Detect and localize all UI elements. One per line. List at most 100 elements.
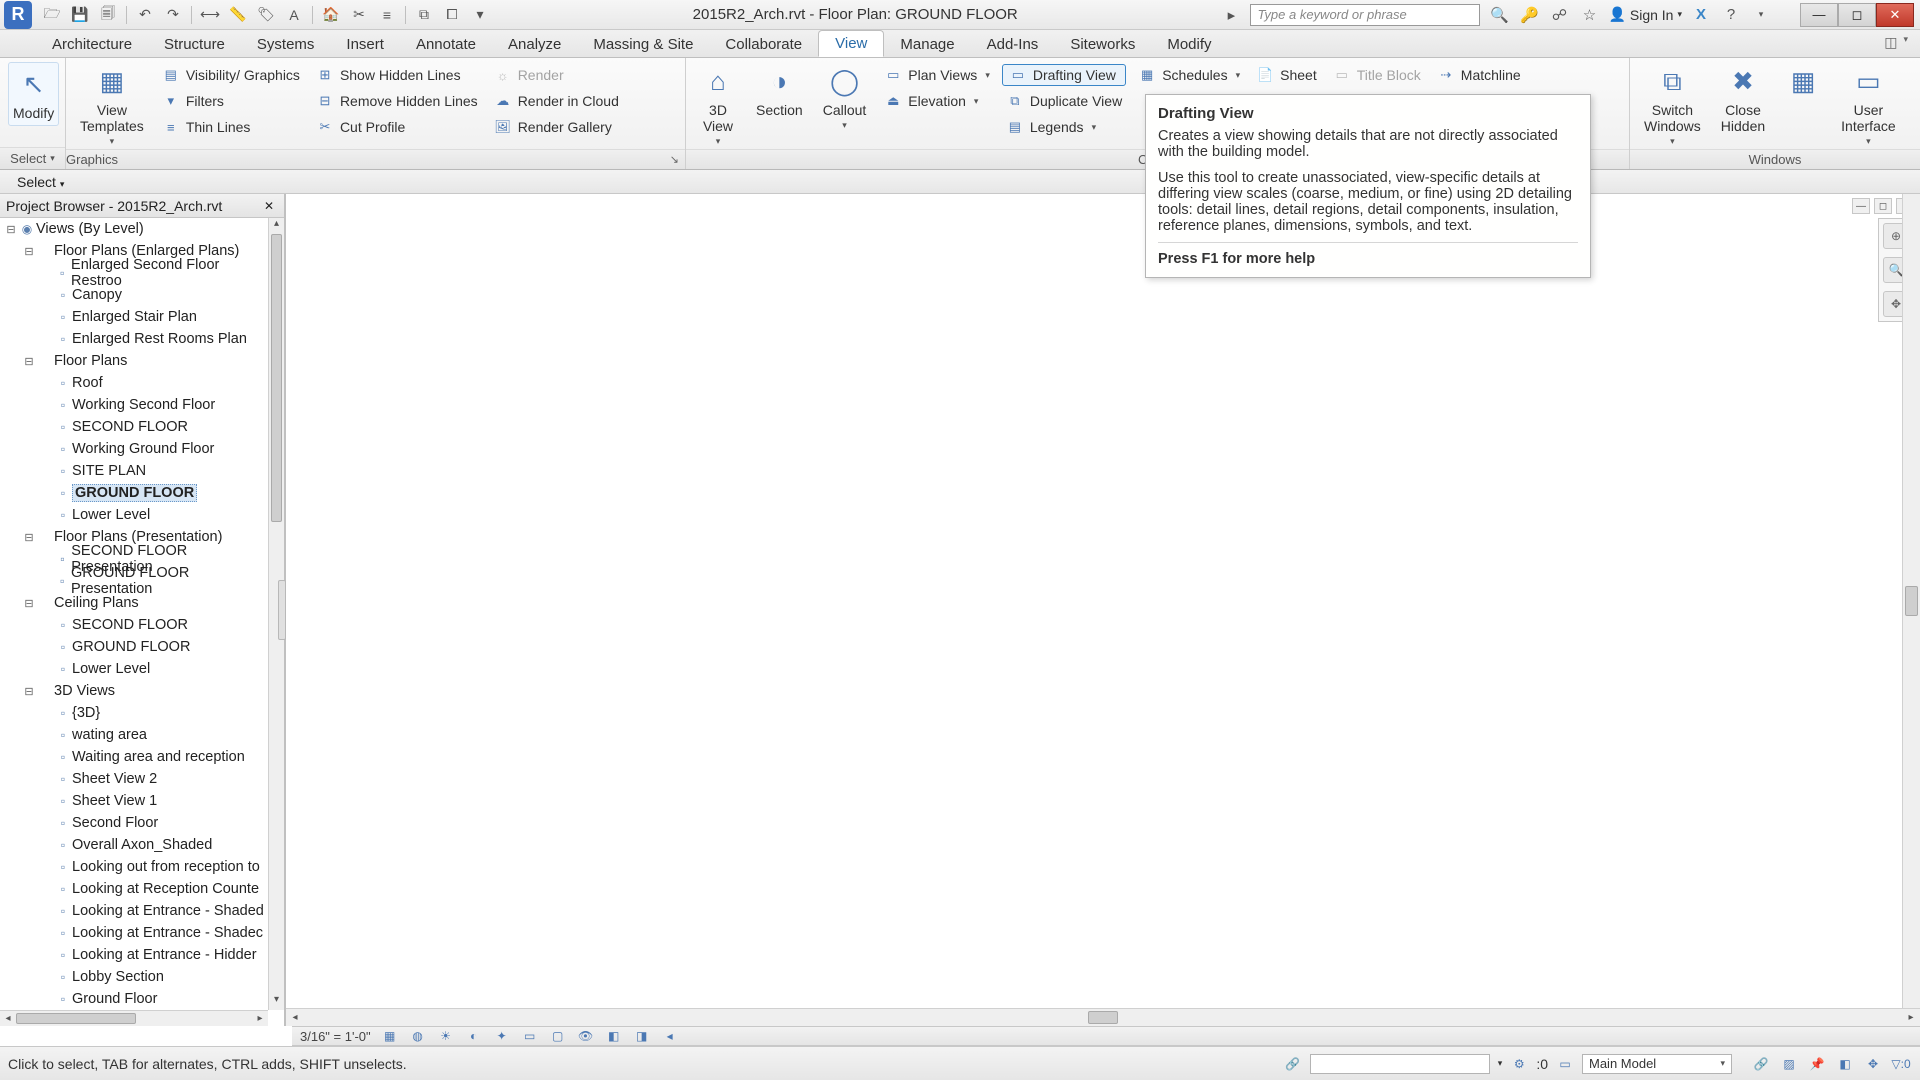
tree-node[interactable]: ⊟Floor Plans xyxy=(0,350,268,372)
show-hidden-lines-button[interactable]: ⊞Show Hidden Lines xyxy=(312,64,482,86)
tree-node[interactable]: ▫Overall Axon_Shaded xyxy=(0,834,268,856)
close-button[interactable]: ✕ xyxy=(1876,3,1914,27)
drafting-view-button[interactable]: ▭Drafting View xyxy=(1002,64,1126,86)
view-hthumb[interactable] xyxy=(1088,1011,1118,1024)
crop-icon[interactable]: ▭ xyxy=(521,1028,539,1044)
cut-profile-button[interactable]: ✂Cut Profile xyxy=(312,116,482,138)
filter-icon[interactable]: ▽:0 xyxy=(1890,1055,1912,1073)
tree-node[interactable]: ▫SECOND FLOOR xyxy=(0,416,268,438)
hscroll-thumb[interactable] xyxy=(16,1013,136,1024)
tree-node[interactable]: ⊟◉Views (By Level) xyxy=(0,218,268,240)
tag-icon[interactable]: 🏷 xyxy=(256,5,276,25)
open-icon[interactable]: 🗁 xyxy=(42,5,62,25)
sunpath-icon[interactable]: ☀ xyxy=(437,1028,455,1044)
tree-node[interactable]: ▫Enlarged Second Floor Restroo xyxy=(0,262,268,284)
tree-node[interactable]: ▫Ground Floor xyxy=(0,988,268,1010)
tree-node[interactable]: ▫Lower Level xyxy=(0,504,268,526)
unhide-icon[interactable]: 👁 xyxy=(577,1028,595,1044)
tree-node[interactable]: ▫GROUND FLOOR xyxy=(0,482,268,504)
tree-node[interactable]: ▫GROUND FLOOR xyxy=(0,636,268,658)
elevation-button[interactable]: ⏏Elevation▾ xyxy=(880,90,994,112)
workset-field[interactable] xyxy=(1310,1054,1490,1074)
thinlines-icon[interactable]: ≡ xyxy=(377,5,397,25)
editable-icon[interactable]: ⚙ xyxy=(1510,1055,1528,1073)
tree-node[interactable]: ▫Looking at Entrance - Hidder xyxy=(0,944,268,966)
signin-button[interactable]: 👤Sign In▾ xyxy=(1608,6,1682,23)
crop-region-icon[interactable]: ▢ xyxy=(549,1028,567,1044)
maximize-button[interactable]: ◻ xyxy=(1838,3,1876,27)
view-canvas[interactable]: — ◻ ✕ ⊕ 🔍 ✥ ◂ ▸ xyxy=(286,194,1920,1026)
section-icon[interactable]: ✂ xyxy=(349,5,369,25)
tree-node[interactable]: ▫Lower Level xyxy=(0,658,268,680)
tab-architecture[interactable]: Architecture xyxy=(36,32,148,57)
design-option-dropdown[interactable]: Main Model xyxy=(1582,1054,1732,1074)
switchwin-icon[interactable]: ⧠ xyxy=(442,5,462,25)
tree-node[interactable]: ▫GROUND FLOOR Presentation xyxy=(0,570,268,592)
switch-windows-button[interactable]: ⧉Switch Windows xyxy=(1638,62,1707,149)
exchange-icon[interactable]: X xyxy=(1690,4,1712,26)
tree-node[interactable]: ▫Enlarged Rest Rooms Plan xyxy=(0,328,268,350)
text-icon[interactable]: A xyxy=(284,5,304,25)
more-icon[interactable]: ◂ xyxy=(661,1028,679,1044)
search-icon[interactable]: 🔍 xyxy=(1488,4,1510,26)
filters-button[interactable]: ▾Filters xyxy=(158,90,304,112)
tab-annotate[interactable]: Annotate xyxy=(400,32,492,57)
help-dropdown-icon[interactable]: ▾ xyxy=(1750,4,1772,26)
tab-collaborate[interactable]: Collaborate xyxy=(709,32,818,57)
dim-icon[interactable]: ⟷ xyxy=(200,5,220,25)
tree-node[interactable]: ▫Looking at Entrance - Shadec xyxy=(0,922,268,944)
legends-button[interactable]: ▤Legends▾ xyxy=(1002,116,1126,138)
browser-close-icon[interactable]: ✕ xyxy=(260,198,278,214)
tab-structure[interactable]: Structure xyxy=(148,32,241,57)
tree-node[interactable]: ▫Second Floor xyxy=(0,812,268,834)
undo-icon[interactable]: ↶ xyxy=(135,5,155,25)
tab-insert[interactable]: Insert xyxy=(330,32,400,57)
scroll-left-icon[interactable]: ◂ xyxy=(0,1011,16,1026)
temphide-icon[interactable]: ◧ xyxy=(605,1028,623,1044)
scroll-down-icon[interactable]: ▾ xyxy=(269,994,284,1010)
sel-pin-icon[interactable]: 📌 xyxy=(1806,1055,1828,1073)
app-icon[interactable]: R xyxy=(4,1,32,29)
tree-node[interactable]: ▫Lobby Section xyxy=(0,966,268,988)
minimize-button[interactable]: — xyxy=(1800,3,1838,27)
tree-node[interactable]: ▫Looking at Reception Counte xyxy=(0,878,268,900)
tree-node[interactable]: ▫Waiting area and reception xyxy=(0,746,268,768)
star-icon[interactable]: ☆ xyxy=(1578,4,1600,26)
tree-node[interactable]: ▫Sheet View 1 xyxy=(0,790,268,812)
view-hscroll[interactable]: ◂ ▸ xyxy=(286,1008,1920,1026)
3d-view-button[interactable]: ⌂3D View xyxy=(694,62,742,149)
reveal-icon[interactable]: ◨ xyxy=(633,1028,651,1044)
tab-addins[interactable]: Add-Ins xyxy=(971,32,1055,57)
plan-views-button[interactable]: ▭Plan Views▾ xyxy=(880,64,994,86)
ribbon-panel-toggle-icon[interactable]: ◫ xyxy=(1884,34,1897,51)
sel-underlay-icon[interactable]: ▨ xyxy=(1778,1055,1800,1073)
tab-analyze[interactable]: Analyze xyxy=(492,32,577,57)
render-cloud-button[interactable]: ☁Render in Cloud xyxy=(490,90,623,112)
render-button[interactable]: ☼Render xyxy=(490,64,623,86)
tree-node[interactable]: ▫Working Second Floor xyxy=(0,394,268,416)
ribbon-panel-toggle-dd[interactable]: ▾ xyxy=(1903,34,1908,51)
tree-node[interactable]: ▫wating area xyxy=(0,724,268,746)
tree-node[interactable]: ▫{3D} xyxy=(0,702,268,724)
shadows-icon[interactable]: ◐ xyxy=(465,1028,483,1044)
search-go-icon[interactable]: ▸ xyxy=(1220,4,1242,26)
closehidden-icon[interactable]: ⧉ xyxy=(414,5,434,25)
rendering-icon[interactable]: ✦ xyxy=(493,1028,511,1044)
close-hidden-button[interactable]: ✖Close Hidden xyxy=(1715,62,1771,136)
key-icon[interactable]: 🔑 xyxy=(1518,4,1540,26)
callout-button[interactable]: ◯Callout xyxy=(817,62,873,132)
render-gallery-button[interactable]: 🖼Render Gallery xyxy=(490,116,623,138)
scroll-up-icon[interactable]: ▴ xyxy=(269,218,284,234)
browser-hscroll[interactable]: ◂ ▸ xyxy=(0,1010,268,1026)
tree-node[interactable]: ▫Enlarged Stair Plan xyxy=(0,306,268,328)
browser-header[interactable]: Project Browser - 2015R2_Arch.rvt ✕ xyxy=(0,194,284,218)
view-vthumb[interactable] xyxy=(1905,586,1918,616)
tab-manage[interactable]: Manage xyxy=(884,32,970,57)
sel-drag-icon[interactable]: ✥ xyxy=(1862,1055,1884,1073)
view-scroll-right-icon[interactable]: ▸ xyxy=(1902,1009,1920,1026)
tree-node[interactable]: ⊟3D Views xyxy=(0,680,268,702)
title-block-button[interactable]: ▭Title Block xyxy=(1329,64,1425,86)
redo-icon[interactable]: ↷ xyxy=(163,5,183,25)
duplicate-view-button[interactable]: ⧉Duplicate View xyxy=(1002,90,1126,112)
view-scroll-left-icon[interactable]: ◂ xyxy=(286,1009,304,1026)
